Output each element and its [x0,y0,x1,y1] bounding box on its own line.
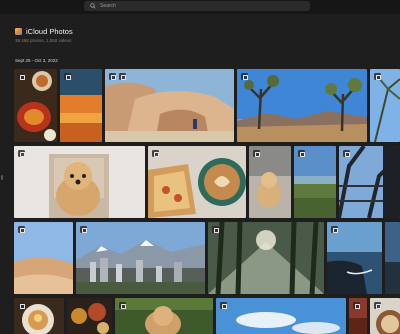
photo-dog-chair[interactable] [14,146,145,218]
library-count: 38,458 photos, 1,550 videos [15,38,72,43]
select-checkbox[interactable] [353,302,361,310]
photo-eiffel-tower[interactable] [339,146,400,218]
photo-pancakes[interactable] [14,298,64,334]
photo-grass-lake[interactable] [294,146,336,218]
select-checkbox[interactable] [374,302,382,310]
photo-red-room[interactable] [349,298,367,334]
library-header: iCloud Photos [15,27,73,36]
top-bar: Search [0,0,400,14]
photo-city-mountains[interactable] [76,222,205,294]
select-checkbox[interactable] [119,302,127,310]
photo-joshua-tree[interactable] [237,69,367,142]
photo-blue-sky[interactable] [216,298,346,334]
select-checkbox[interactable] [298,150,306,158]
photo-forest-sunlight[interactable] [208,222,324,294]
photo-dog-grass[interactable] [115,298,213,334]
photo-dog-blanket[interactable] [249,146,291,218]
select-checkbox[interactable] [119,73,127,81]
photo-palm-fronds[interactable] [370,69,400,142]
page-title: iCloud Photos [26,27,73,36]
select-checkbox[interactable] [343,150,351,158]
select-checkbox[interactable] [18,302,26,310]
select-checkbox[interactable] [220,302,228,310]
date-range-label: Sept 25 - Oct 3, 2022 [15,58,58,63]
select-checkbox[interactable] [64,73,72,81]
photos-app-icon [15,28,22,35]
select-checkbox[interactable] [80,226,88,234]
select-checkbox[interactable] [18,226,26,234]
search-field[interactable]: Search [84,1,310,11]
select-checkbox[interactable] [18,73,26,81]
photo-food-plates[interactable] [14,69,57,142]
photo-desert-dune[interactable] [14,222,73,294]
sidebar-handle[interactable] [1,175,3,180]
search-placeholder: Search [100,3,116,9]
select-checkbox[interactable] [241,73,249,81]
select-checkbox[interactable] [253,150,261,158]
photo-ocean-sunset[interactable] [327,222,382,294]
search-icon [90,3,96,9]
photo-orange-beach[interactable] [60,69,102,142]
select-checkbox[interactable] [374,73,382,81]
photo-latte[interactable] [370,298,400,334]
select-checkbox[interactable] [212,226,220,234]
photo-coastal-rocks[interactable] [385,222,400,294]
select-checkbox[interactable] [109,73,117,81]
select-checkbox[interactable] [331,226,339,234]
select-checkbox[interactable] [18,150,26,158]
photo-desert-rocks[interactable] [105,69,234,142]
photo-market-food[interactable] [67,298,112,334]
photo-toast-coffee[interactable] [148,146,246,218]
select-checkbox[interactable] [152,150,160,158]
